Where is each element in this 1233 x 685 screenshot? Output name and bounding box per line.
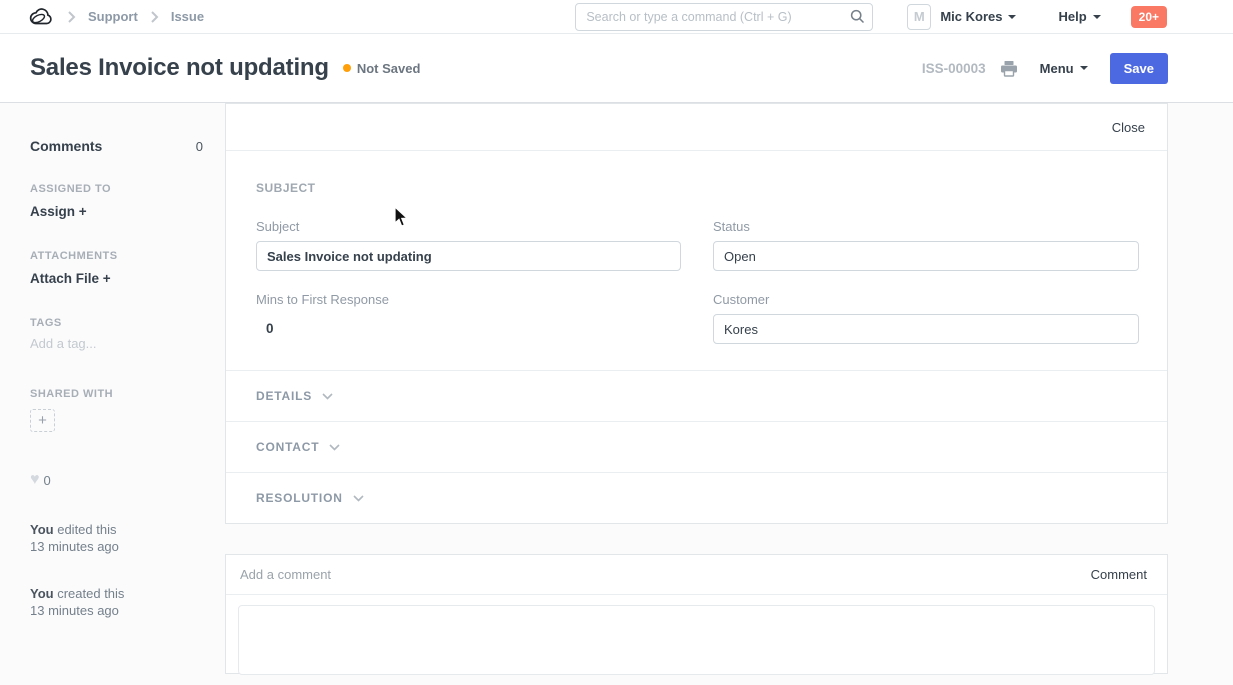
contact-heading: CONTACT [256, 440, 319, 454]
field-mins-to-first-response: Mins to First Response 0 [256, 292, 681, 344]
form-sidebar: Comments 0 ASSIGNED TO Assign + ATTACHME… [0, 103, 225, 649]
tags-heading: TAGS [30, 317, 203, 329]
print-icon[interactable] [1000, 60, 1018, 77]
not-saved-indicator: Not Saved [343, 61, 421, 76]
status-label: Status [713, 219, 1139, 234]
chevron-down-icon [1093, 15, 1101, 19]
app-cloud-logo-icon[interactable] [28, 6, 55, 27]
chevron-down-icon [353, 495, 364, 502]
add-tag-input[interactable]: Add a tag... [30, 336, 203, 351]
comments-label: Comments [30, 138, 102, 154]
chevron-right-icon [150, 11, 159, 23]
like-count: 0 [44, 473, 51, 488]
share-add-button[interactable]: + [30, 409, 55, 432]
mins-value: 0 [256, 314, 681, 336]
shared-with-heading: SHARED WITH [30, 388, 203, 400]
comment-header: Add a comment Comment [226, 555, 1167, 595]
form-toolbar: Close [226, 104, 1167, 151]
menu-label: Menu [1040, 61, 1074, 76]
activity-action: edited this [57, 522, 116, 537]
attachments-heading: ATTACHMENTS [30, 250, 203, 262]
chevron-down-icon [329, 444, 340, 451]
subject-section: SUBJECT Subject Status Mins to First Res… [226, 151, 1167, 370]
save-button[interactable]: Save [1110, 53, 1168, 84]
like-button[interactable]: ♥ 0 [30, 472, 203, 488]
sidebar-comments[interactable]: Comments 0 [30, 138, 203, 154]
activity-when: 13 minutes ago [30, 539, 119, 554]
page-header: Sales Invoice not updating Not Saved ISS… [0, 34, 1233, 103]
page-title: Sales Invoice not updating [30, 54, 329, 82]
search-icon[interactable] [850, 9, 865, 24]
resolution-heading: RESOLUTION [256, 491, 343, 505]
notifications-badge[interactable]: 20+ [1131, 6, 1167, 28]
chevron-down-icon [1008, 15, 1016, 19]
status-input[interactable] [713, 241, 1139, 271]
activity-when: 13 minutes ago [30, 603, 119, 618]
close-button[interactable]: Close [1112, 120, 1145, 135]
field-subject: Subject [256, 219, 681, 271]
user-menu[interactable]: Mic Kores [940, 9, 1016, 24]
field-customer: Customer [713, 292, 1139, 344]
help-label: Help [1058, 9, 1086, 24]
subject-input[interactable] [256, 241, 681, 271]
status-text: Not Saved [357, 61, 421, 76]
section-contact[interactable]: CONTACT [226, 421, 1167, 472]
heart-icon: ♥ [30, 472, 40, 488]
chevron-right-icon [67, 11, 76, 23]
navbar-actions: M Mic Kores Help 20+ [575, 3, 1167, 31]
details-heading: DETAILS [256, 389, 312, 403]
activity-who: You [30, 522, 54, 537]
comment-textarea[interactable] [238, 605, 1155, 675]
customer-input[interactable] [713, 314, 1139, 344]
avatar[interactable]: M [907, 4, 931, 30]
attach-file-button[interactable]: Attach File + [30, 271, 203, 286]
assigned-to-heading: ASSIGNED TO [30, 183, 203, 195]
navbar: Support Issue M Mic Kores Help 20+ [0, 0, 1233, 34]
activity-edited: You edited this 13 minutes ago [30, 521, 203, 555]
document-id: ISS-00003 [922, 61, 986, 76]
chevron-down-icon [1080, 66, 1088, 70]
customer-label: Customer [713, 292, 1139, 307]
breadcrumb-issue[interactable]: Issue [171, 9, 204, 24]
comment-submit-button[interactable]: Comment [1091, 567, 1147, 582]
menu-dropdown[interactable]: Menu [1040, 61, 1088, 76]
section-resolution[interactable]: RESOLUTION [226, 472, 1167, 523]
help-menu[interactable]: Help [1058, 9, 1100, 24]
comment-card: Add a comment Comment [225, 554, 1168, 674]
section-heading: SUBJECT [256, 181, 1137, 195]
assign-button[interactable]: Assign + [30, 204, 203, 219]
breadcrumb: Support Issue [28, 6, 204, 27]
mins-label: Mins to First Response [256, 292, 681, 307]
breadcrumb-support[interactable]: Support [88, 9, 138, 24]
section-details[interactable]: DETAILS [226, 370, 1167, 421]
comment-body [226, 595, 1167, 685]
form-main: Close SUBJECT Subject Status Mins to Fir… [225, 103, 1168, 674]
activity-who: You [30, 586, 54, 601]
status-dot-icon [343, 64, 351, 72]
activity-action: created this [57, 586, 124, 601]
add-comment-placeholder[interactable]: Add a comment [240, 567, 331, 582]
comments-count: 0 [196, 139, 203, 154]
subject-label: Subject [256, 219, 681, 234]
form-card: Close SUBJECT Subject Status Mins to Fir… [225, 103, 1168, 524]
global-search [575, 3, 873, 31]
user-name-label: Mic Kores [940, 9, 1002, 24]
search-input[interactable] [575, 3, 873, 31]
chevron-down-icon [322, 393, 333, 400]
field-status: Status [713, 219, 1139, 271]
